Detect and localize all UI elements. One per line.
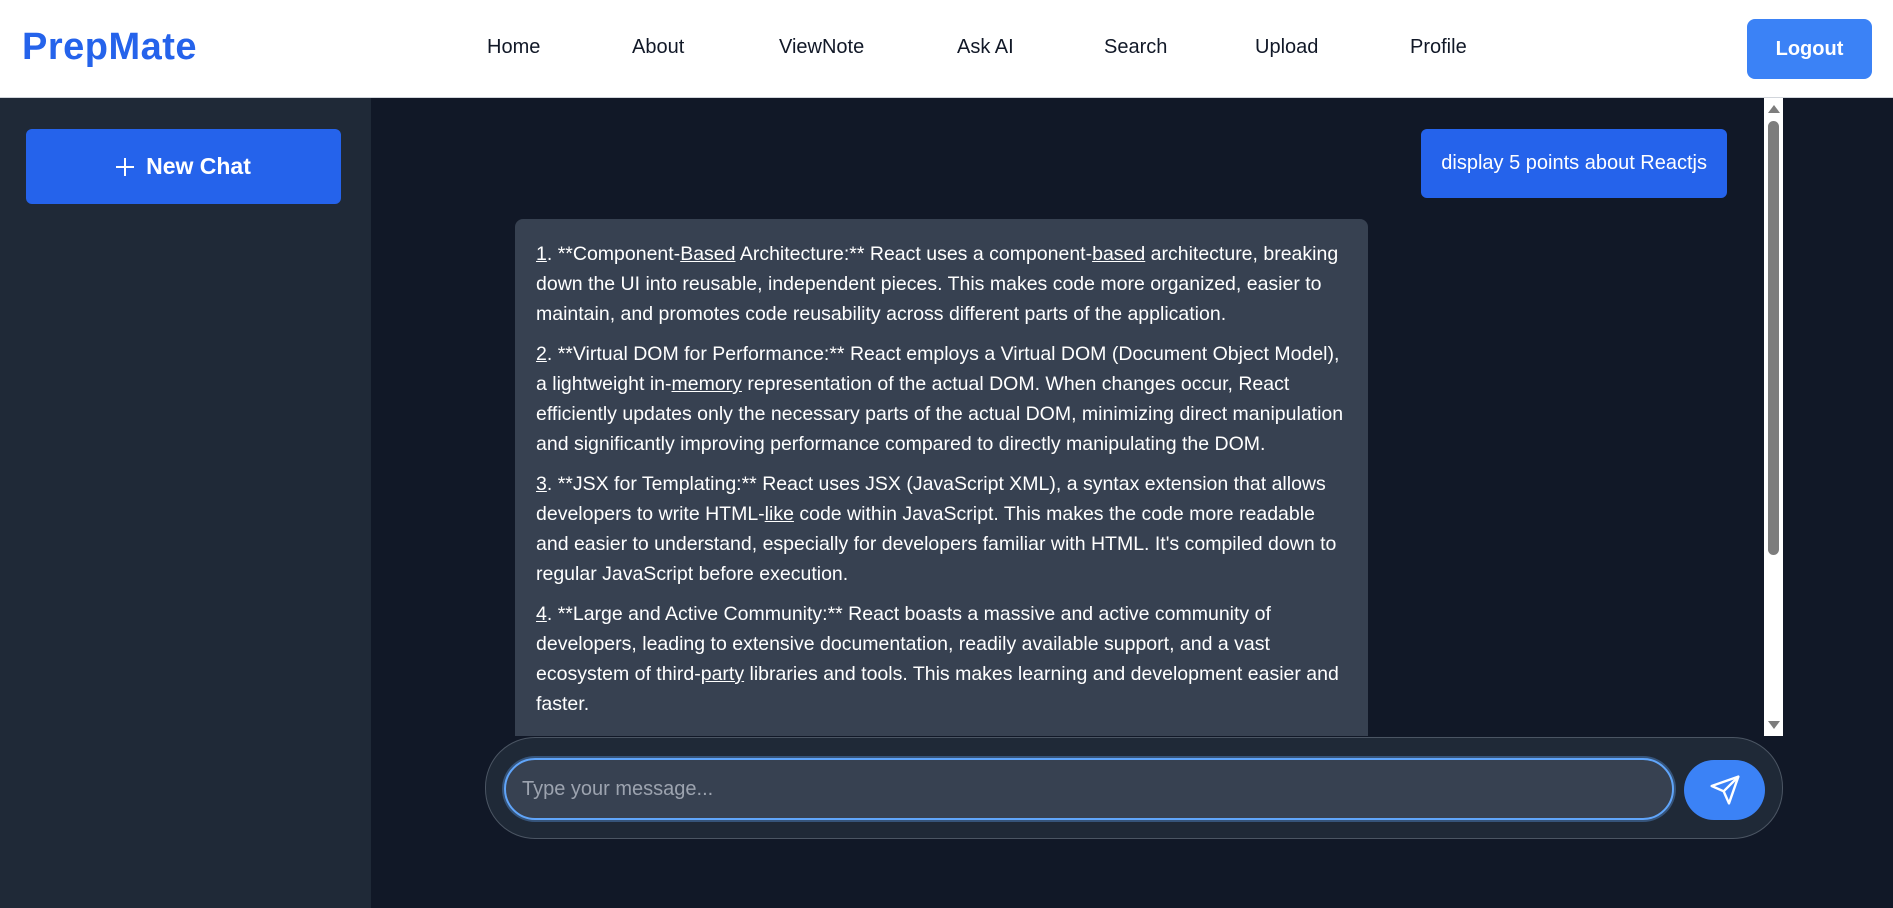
nav-ask-ai[interactable]: Ask AI [957,36,1014,59]
nav-viewnote[interactable]: ViewNote [779,36,864,59]
top-navbar: PrepMate Home About ViewNote Ask AI Sear… [0,0,1893,98]
nav-home[interactable]: Home [487,36,540,59]
user-message-bubble: display 5 points about Reactjs [1421,129,1727,198]
ai-point-4: 4. **Large and Active Community:** React… [536,603,1339,715]
logout-button[interactable]: Logout [1747,19,1872,79]
send-button[interactable] [1684,760,1765,820]
send-icon [1709,775,1740,805]
message-input[interactable] [504,758,1674,820]
nav-profile[interactable]: Profile [1410,36,1467,59]
ai-point-2: 2. **Virtual DOM for Performance:** Reac… [536,343,1344,455]
nav-upload[interactable]: Upload [1255,36,1318,59]
message-composer [485,737,1783,839]
nav-search[interactable]: Search [1104,36,1167,59]
scroll-down-arrow-icon[interactable] [1768,721,1780,729]
nav-about[interactable]: About [632,36,684,59]
scroll-up-arrow-icon[interactable] [1768,105,1780,113]
new-chat-button[interactable]: New Chat [26,129,341,204]
sidebar: New Chat [0,98,371,908]
brand-logo[interactable]: PrepMate [22,26,197,69]
chat-messages[interactable]: display 5 points about Reactjs 1. **Comp… [371,98,1783,736]
chat-scrollbar[interactable] [1764,98,1783,736]
scroll-thumb[interactable] [1768,121,1779,555]
ai-message-bubble: 1. **Component-Based Architecture:** Rea… [515,219,1368,736]
plus-icon [116,157,135,176]
new-chat-label: New Chat [146,153,251,179]
ai-point-1: 1. **Component-Based Architecture:** Rea… [536,243,1339,325]
ai-point-3: 3. **JSX for Templating:** React uses JS… [536,473,1337,585]
